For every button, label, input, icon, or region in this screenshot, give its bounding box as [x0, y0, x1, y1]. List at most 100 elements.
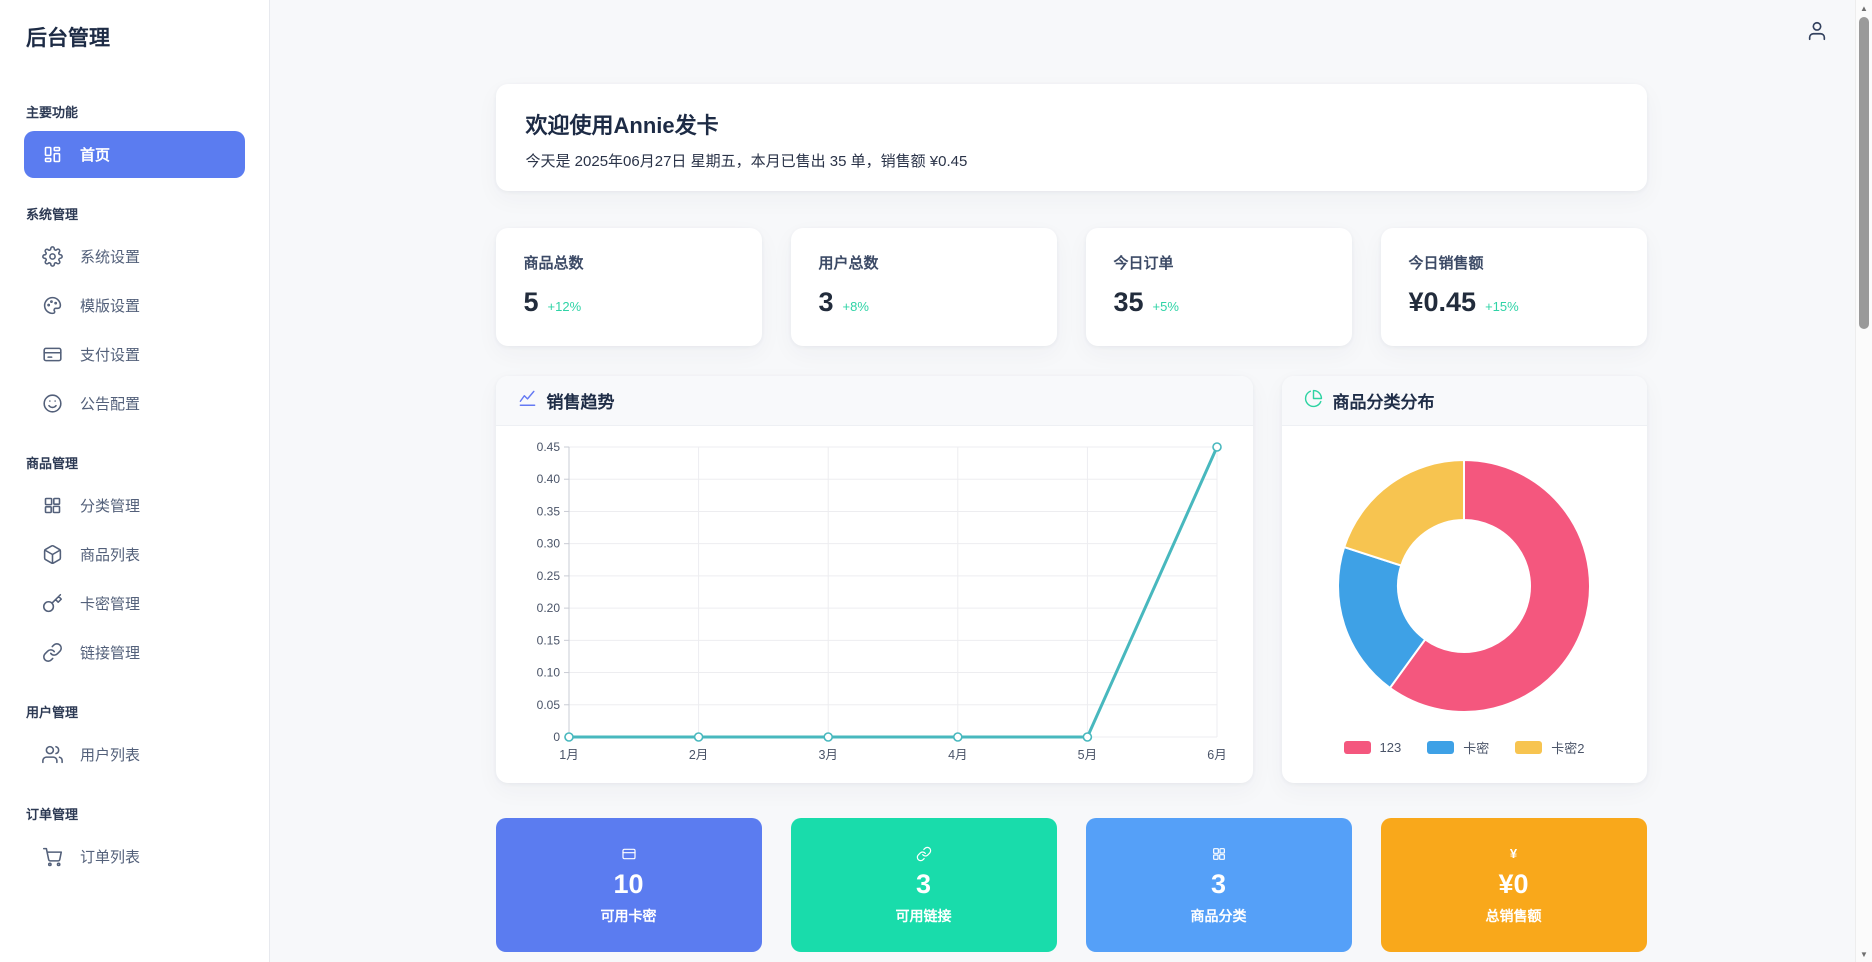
data-point[interactable] [1211, 441, 1222, 452]
stat-card-用户总数: 用户总数 3 +8% [790, 228, 1057, 346]
sidebar-item-链接管理[interactable]: 链接管理 [24, 629, 245, 676]
svg-text:0.35: 0.35 [536, 504, 560, 518]
quick-card-可用卡密[interactable]: 10 可用卡密 [495, 818, 762, 952]
stat-value: ¥0.45 [1408, 287, 1477, 317]
sidebar: 后台管理 主要功能 首页 系统管理 系统设置 模版设置 支付设置 公告配置 商品管理 分类管理商… [0, 0, 270, 962]
legend-item-卡密2[interactable]: 卡密2 [1515, 738, 1584, 757]
nav-section-label: 系统管理 [26, 207, 79, 222]
nav-section-label: 主要功能 [26, 105, 79, 120]
sidebar-item-支付设置[interactable]: 支付设置 [24, 331, 245, 378]
pie-legend: 123 卡密 卡密2 [1343, 738, 1584, 757]
quick-card-value: 10 [613, 868, 644, 899]
sidebar-item-用户列表[interactable]: 用户列表 [24, 731, 245, 778]
pie-chart-icon [1304, 389, 1323, 413]
grid-icon [44, 497, 61, 514]
category-pie-chart: 123 卡密 卡密2 [1282, 426, 1647, 783]
user-icon[interactable] [1806, 20, 1832, 46]
legend-label: 卡密 [1463, 741, 1490, 756]
sidebar-item-分类管理[interactable]: 分类管理 [24, 482, 245, 529]
quick-card-总销售额[interactable]: ¥ ¥0 总销售额 [1380, 818, 1647, 952]
stat-value: 5 [523, 287, 539, 317]
sidebar-item-首页[interactable]: 首页 [24, 131, 245, 178]
stat-label: 今日订单 [1113, 255, 1174, 272]
sidebar-item-模版设置[interactable]: 模版设置 [24, 282, 245, 329]
data-point[interactable] [563, 731, 574, 742]
scrollbar[interactable]: ▲ ▼ [1855, 0, 1872, 962]
main-area: 欢迎使用Annie发卡 今天是 2025年06月27日 星期五，本月已售出 35… [270, 0, 1872, 962]
svg-text:2月: 2月 [688, 748, 707, 762]
legend-item-123[interactable]: 123 [1343, 740, 1402, 755]
package-icon [43, 544, 62, 565]
quick-card-商品分类[interactable]: 3 商品分类 [1085, 818, 1352, 952]
sidebar-item-系统设置[interactable]: 系统设置 [24, 233, 245, 280]
card-icon [621, 848, 636, 859]
welcome-card: 欢迎使用Annie发卡 今天是 2025年06月27日 星期五，本月已售出 35… [495, 84, 1647, 191]
svg-text:0.05: 0.05 [536, 697, 560, 711]
welcome-title: 欢迎使用Annie发卡 [525, 113, 719, 138]
svg-text:0: 0 [553, 730, 560, 744]
data-point[interactable] [1082, 731, 1092, 742]
stat-delta: +5% [1152, 299, 1179, 314]
link-icon [916, 846, 931, 861]
smile-icon [43, 394, 62, 413]
category-pie-svg [1337, 458, 1591, 713]
sales-trend-title: 销售趋势 [546, 393, 615, 412]
sidebar-item-卡密管理[interactable]: 卡密管理 [24, 580, 245, 627]
palette-icon [43, 296, 62, 315]
link-icon [43, 643, 62, 662]
stat-value: 35 [1113, 287, 1144, 317]
sales-trend-card: 销售趋势 0 0.05 0.10 0.15 0.20 0.25 0.30 0.35 0.40 0.… [495, 376, 1253, 783]
sales-trend-svg: 0 0.05 0.10 0.15 0.20 0.25 0.30 0.35 0.40 0.45 1月 2… [536, 440, 1226, 762]
data-point[interactable] [822, 731, 833, 742]
sidebar-item-订单列表[interactable]: 订单列表 [24, 833, 245, 880]
quick-card-label: 总销售额 [1485, 907, 1542, 924]
svg-text:0.20: 0.20 [536, 601, 560, 615]
stat-card-今日销售额: 今日销售额 ¥0.45 +15% [1380, 228, 1647, 346]
legend-label: 123 [1379, 740, 1402, 755]
quick-card-label: 可用链接 [895, 907, 952, 924]
scrollbar-down-arrow[interactable]: ▼ [1856, 946, 1872, 962]
credit-card-icon [43, 347, 62, 362]
sidebar-item-label: 模版设置 [80, 298, 141, 315]
nav-section-label: 商品管理 [26, 456, 79, 471]
legend-item-卡密[interactable]: 卡密 [1427, 738, 1489, 757]
stat-delta: +12% [547, 299, 582, 314]
quick-card-label: 可用卡密 [600, 907, 657, 924]
quick-card-value: 3 [915, 868, 932, 899]
stat-label: 商品总数 [523, 255, 584, 272]
scrollbar-thumb[interactable] [1859, 17, 1869, 329]
stat-card-商品总数: 商品总数 5 +12% [495, 228, 762, 346]
quick-card-label: 商品分类 [1190, 907, 1247, 924]
quick-card-value: 3 [1210, 868, 1227, 899]
dashboard-icon [44, 146, 61, 163]
sidebar-item-label: 分类管理 [80, 498, 141, 515]
sidebar-item-label: 链接管理 [80, 645, 141, 662]
stat-label: 今日销售额 [1408, 255, 1484, 272]
svg-text:3月: 3月 [818, 748, 837, 762]
stat-delta: +15% [1485, 299, 1519, 314]
pie-chart-icon [1304, 389, 1322, 407]
legend-swatch [1515, 741, 1543, 754]
sidebar-item-公告配置[interactable]: 公告配置 [24, 380, 245, 427]
sidebar-item-label: 商品列表 [80, 547, 141, 564]
users-icon [42, 745, 63, 764]
svg-text:0.15: 0.15 [536, 633, 560, 647]
category-pie-title: 商品分类分布 [1332, 393, 1435, 412]
scrollbar-up-arrow[interactable]: ▲ [1856, 0, 1872, 16]
grid-icon [1212, 847, 1225, 860]
quick-card-value: ¥0 [1498, 868, 1529, 899]
quick-card-可用链接[interactable]: 3 可用链接 [790, 818, 1057, 952]
sidebar-item-商品列表[interactable]: 商品列表 [24, 531, 245, 578]
gear-icon [42, 246, 63, 267]
pie-slice-卡密2[interactable] [1342, 458, 1465, 567]
sidebar-item-label: 首页 [80, 147, 111, 164]
data-point[interactable] [952, 731, 963, 742]
sales-trend-header: 销售趋势 [495, 376, 1253, 426]
svg-text:1月: 1月 [559, 748, 578, 762]
sales-trend-chart: 0 0.05 0.10 0.15 0.20 0.25 0.30 0.35 0.40 0.45 1月 2… [496, 426, 1253, 783]
data-point[interactable] [693, 731, 703, 742]
svg-text:0.25: 0.25 [536, 568, 560, 582]
svg-text:0.40: 0.40 [536, 472, 560, 486]
sidebar-nav: 主要功能首页系统管理系统设置模版设置支付设置 公告配置商品管理分类管理商品列表卡密… [0, 102, 269, 880]
nav-section-label: 用户管理 [26, 705, 79, 720]
